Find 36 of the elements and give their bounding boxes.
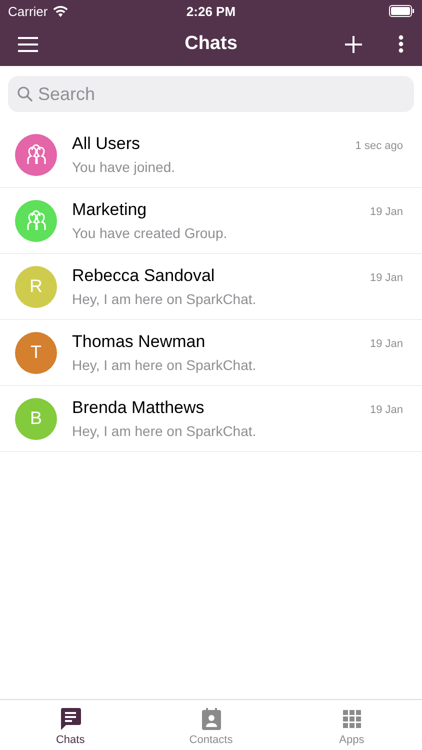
chat-time: 1 sec ago — [355, 140, 404, 152]
menu-icon — [18, 36, 38, 52]
screen-title: Chats — [184, 33, 238, 55]
more-icon — [398, 35, 404, 53]
chat-preview: You have joined. — [72, 159, 176, 175]
letter-avatar: T — [15, 332, 57, 374]
chat-preview: Hey, I am here on SparkChat. — [72, 291, 258, 307]
apps-grid-icon — [342, 708, 361, 730]
chat-row[interactable]: B Brenda Matthews 19 Jan Hey, I am here on SparkChat. — [0, 386, 422, 452]
chat-preview: Hey, I am here on SparkChat. — [72, 423, 258, 439]
chat-time: 19 Jan — [370, 272, 404, 284]
chat-time: 19 Jan — [370, 404, 404, 416]
contact-card-icon — [202, 708, 220, 730]
chat-row[interactable]: T Thomas Newman 19 Jan Hey, I am here on SparkChat. — [0, 320, 422, 386]
chat-row[interactable]: All Users 1 sec ago You have joined. — [0, 122, 422, 188]
chat-bubble-icon — [60, 708, 81, 730]
chat-preview: You have created Group. — [72, 225, 228, 241]
chat-row[interactable]: Marketing 19 Jan You have created Group. — [0, 188, 422, 254]
wifi-icon — [52, 6, 68, 16]
letter-avatar: R — [15, 266, 57, 308]
carrier-label: Carrier — [8, 4, 48, 18]
chat-time: 19 Jan — [370, 206, 404, 218]
letter-avatar: B — [15, 398, 57, 440]
chat-preview: Hey, I am here on SparkChat. — [72, 357, 258, 373]
chat-name: Thomas Newman — [72, 332, 206, 352]
clock-time: 2:26 PM — [186, 4, 236, 18]
search-field[interactable]: Search — [8, 76, 414, 112]
battery-icon — [389, 5, 414, 17]
chat-name: All Users — [72, 134, 140, 154]
tab-item[interactable]: Chats — [0, 700, 141, 750]
chat-name: Rebecca Sandoval — [72, 266, 215, 286]
chat-name: Marketing — [72, 200, 147, 220]
chat-time: 19 Jan — [370, 338, 404, 350]
chat-row[interactable]: R Rebecca Sandoval 19 Jan Hey, I am here on SparkChat. — [0, 254, 422, 320]
plus-icon — [345, 36, 362, 52]
chat-name: Brenda Matthews — [72, 398, 204, 418]
